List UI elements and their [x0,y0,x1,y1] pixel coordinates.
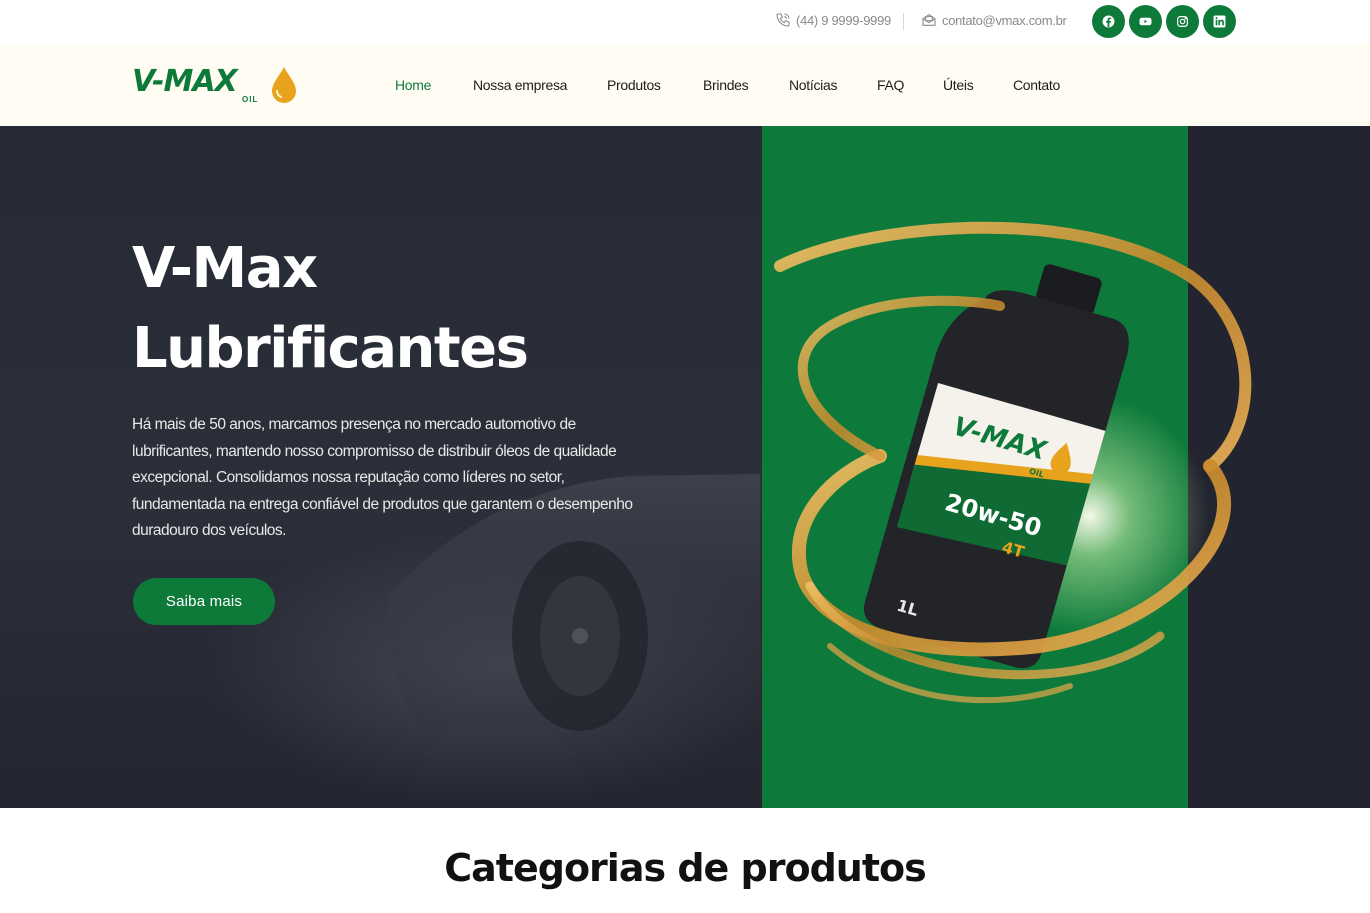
email-address: contato@vmax.com.br [942,12,1067,28]
main-header: V-MAX OIL Home Nossa empresa Produtos Br… [0,44,1370,126]
hero-title-line2: Lubrificantes [132,316,529,381]
email-icon [922,14,936,26]
phone-number: (44) 9 9999-9999 [796,12,891,28]
categories-title: Categorias de produtos [444,846,926,890]
facebook-icon [1102,15,1115,28]
nav-home[interactable]: Home [395,77,431,93]
nav-noticias[interactable]: Notícias [789,77,837,93]
nav-produtos[interactable]: Produtos [607,77,661,93]
nav-contato[interactable]: Contato [1013,77,1060,93]
top-bar: (44) 9 9999-9999 contato@vmax.com.br [0,0,1370,44]
hero-banner: V-MAX OIL 20w-50 4T 1L V-Max Lubrificant… [0,126,1370,808]
facebook-button[interactable] [1092,5,1125,38]
youtube-icon [1139,17,1152,26]
nav-nossa-empresa[interactable]: Nossa empresa [473,77,567,93]
hero-title-line1: V-Max [132,236,318,301]
nav-uteis[interactable]: Úteis [943,77,974,93]
oil-drop-icon [272,67,296,103]
phone-contact[interactable]: (44) 9 9999-9999 [775,12,891,28]
nav-faq[interactable]: FAQ [877,77,904,93]
nav-brindes[interactable]: Brindes [703,77,749,93]
oil-bottle-product-image: V-MAX OIL 20w-50 4T 1L [774,221,1252,704]
youtube-button[interactable] [1129,5,1162,38]
instagram-button[interactable] [1166,5,1199,38]
instagram-icon [1177,16,1188,27]
saiba-mais-button[interactable]: Saiba mais [133,578,275,625]
email-contact[interactable]: contato@vmax.com.br [921,12,1067,28]
linkedin-button[interactable] [1203,5,1236,38]
linkedin-icon [1213,15,1226,28]
hero-description: Há mais de 50 anos, marcamos presença no… [132,416,633,539]
phone-icon [776,13,790,27]
logo-wordmark: V-MAX [132,64,238,99]
site-logo[interactable]: V-MAX OIL [132,64,302,108]
logo-subtext: OIL [242,95,259,104]
divider [903,13,904,30]
